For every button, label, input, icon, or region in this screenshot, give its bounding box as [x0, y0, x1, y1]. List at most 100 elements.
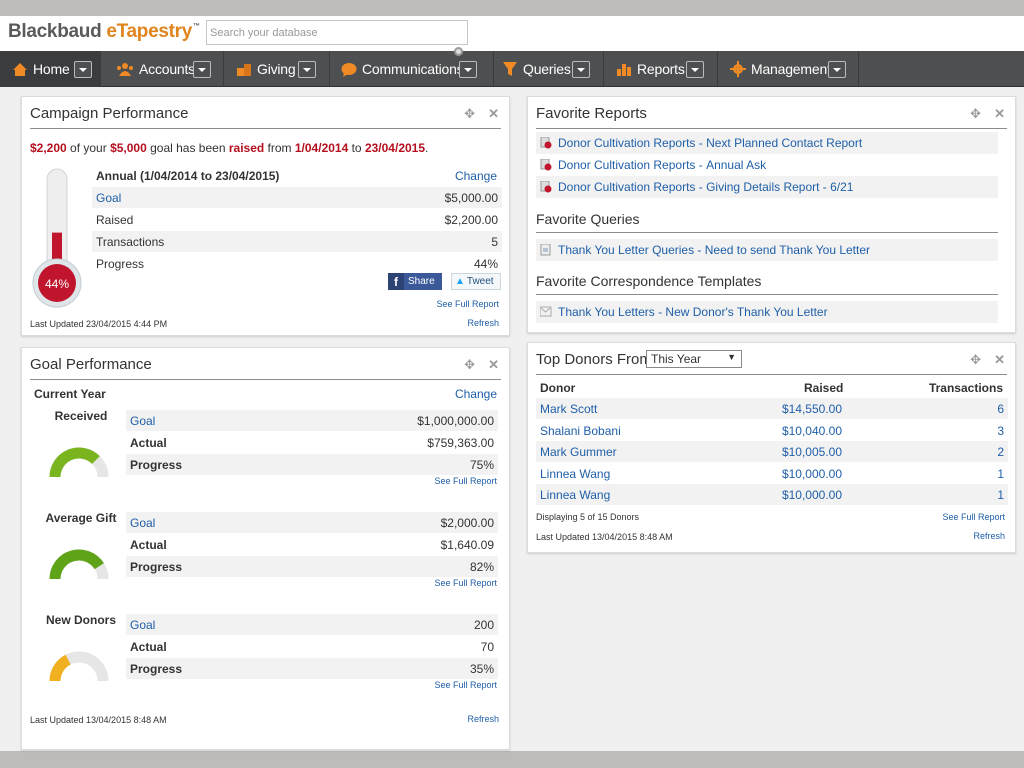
stat-row: Goal $5,000.00: [92, 187, 502, 208]
stat-value: 44%: [473, 256, 498, 271]
see-full-report-link[interactable]: See Full Report: [434, 476, 497, 486]
nav-management-dropdown[interactable]: [828, 61, 846, 78]
see-full-report-link[interactable]: See Full Report: [436, 299, 499, 309]
donor-name-link[interactable]: Linnea Wang: [540, 488, 610, 502]
nav-home-dropdown[interactable]: [74, 61, 92, 78]
coins-icon: [237, 64, 251, 76]
twitter-tweet-button[interactable]: ▲ Tweet: [451, 273, 501, 290]
progress-gauge: [48, 545, 110, 581]
favorite-item[interactable]: Donor Cultivation Reports - Giving Detai…: [536, 176, 998, 198]
goal-section-name: Received: [54, 409, 108, 423]
donor-raised[interactable]: $10,000.00: [782, 488, 842, 502]
stat-label[interactable]: Goal: [96, 191, 121, 205]
refresh-link[interactable]: Refresh: [973, 531, 1005, 541]
donor-transactions[interactable]: 2: [997, 445, 1004, 459]
refresh-link[interactable]: Refresh: [467, 318, 499, 328]
donor-transactions[interactable]: 1: [997, 488, 1004, 502]
campaign-performance-panel: Campaign Performance ✥ ✕ $2,200 of your …: [21, 96, 510, 336]
favorite-name-link[interactable]: Need to send Thank You Letter: [705, 243, 870, 257]
donor-raised[interactable]: $10,000.00: [782, 467, 842, 481]
nav-communications-label: Communications: [362, 61, 464, 77]
favorite-item[interactable]: Thank You Letter Queries - Need to send …: [536, 239, 998, 261]
separator: -: [694, 243, 705, 257]
nav-communications-dropdown[interactable]: [459, 61, 477, 78]
favorite-name-link[interactable]: Next Planned Contact Report: [706, 136, 862, 150]
favorite-name-link[interactable]: Annual Ask: [706, 158, 766, 172]
progress-gauge: [48, 647, 110, 683]
donor-raised[interactable]: $10,040.00: [782, 424, 842, 438]
logo-product: eTapestry: [106, 21, 193, 42]
goal-row-label[interactable]: Goal: [130, 618, 155, 632]
campaign-summary: $2,200 of your $5,000 goal has been rais…: [30, 141, 428, 155]
goal-row-label: Actual: [130, 435, 167, 450]
change-link[interactable]: Change: [455, 169, 497, 183]
people-icon: [117, 62, 133, 76]
house-icon: [13, 62, 27, 76]
goal-row-value: $1,000,000.00: [417, 413, 494, 428]
stat-row: Progress 44%: [92, 253, 502, 274]
goal-row: Goal 200: [126, 614, 498, 635]
see-full-report-link[interactable]: See Full Report: [434, 578, 497, 588]
stat-label: Progress: [96, 256, 145, 271]
donor-transactions[interactable]: 3: [997, 424, 1004, 438]
favorite-item[interactable]: Donor Cultivation Reports - Next Planned…: [536, 132, 998, 154]
donor-name-link[interactable]: Shalani Bobani: [540, 424, 621, 438]
period-select[interactable]: This Year ▼: [646, 350, 742, 368]
donor-raised[interactable]: $10,005.00: [782, 445, 842, 459]
favorite-category-link[interactable]: Donor Cultivation Reports: [558, 180, 695, 194]
move-icon[interactable]: ✥: [970, 352, 981, 368]
tweet-label: Tweet: [466, 276, 494, 287]
nav-reports-dropdown[interactable]: [686, 61, 704, 78]
close-icon[interactable]: ✕: [488, 106, 499, 122]
report-icon: [540, 159, 552, 171]
logo[interactable]: Blackbaud eTapestry™: [8, 21, 200, 43]
nav-accounts-dropdown[interactable]: [193, 61, 211, 78]
nav-reports-label: Reports: [637, 61, 685, 77]
change-link[interactable]: Change: [455, 387, 497, 401]
favorite-item[interactable]: Thank You Letters - New Donor's Thank Yo…: [536, 301, 998, 323]
see-full-report-link[interactable]: See Full Report: [434, 680, 497, 690]
favorite-category-link[interactable]: Donor Cultivation Reports: [558, 158, 695, 172]
goal-row-label[interactable]: Goal: [130, 516, 155, 530]
goal-section-name: Average Gift: [45, 511, 117, 525]
see-full-report-link[interactable]: See Full Report: [942, 512, 1005, 522]
favorite-category-link[interactable]: Thank You Letter Queries: [558, 243, 694, 257]
close-icon[interactable]: ✕: [994, 352, 1005, 368]
favorite-name-link[interactable]: New Donor's Thank You Letter: [665, 305, 827, 319]
nav-giving-dropdown[interactable]: [298, 61, 316, 78]
goal-section-name: New Donors: [45, 613, 116, 627]
stat-row: Transactions 5: [92, 231, 502, 252]
move-icon[interactable]: ✥: [464, 357, 475, 373]
goal-amount: $5,000: [110, 141, 147, 155]
facebook-share-button[interactable]: f Share: [388, 273, 442, 290]
raised-word: raised: [228, 141, 265, 155]
goal-row-label[interactable]: Goal: [130, 414, 155, 428]
donor-transactions[interactable]: 6: [997, 402, 1004, 416]
favorite-name-link[interactable]: Giving Details Report - 6/21: [706, 180, 853, 194]
annual-heading: Annual (1/04/2014 to 23/04/2015): [96, 169, 280, 183]
search-input[interactable]: [206, 20, 468, 45]
progress-gauge: [48, 443, 110, 479]
donor-name-link[interactable]: Mark Gummer: [540, 445, 617, 459]
donor-transactions[interactable]: 1: [997, 467, 1004, 481]
close-icon[interactable]: ✕: [488, 357, 499, 373]
main-nav: Home Accounts Giving Communications Quer…: [0, 51, 1024, 87]
donor-name-link[interactable]: Mark Scott: [540, 402, 597, 416]
favorite-item[interactable]: Donor Cultivation Reports - Annual Ask: [536, 154, 998, 176]
favorite-category-link[interactable]: Thank You Letters: [558, 305, 655, 319]
donor-name-link[interactable]: Linnea Wang: [540, 467, 610, 481]
stat-value: $2,200.00: [444, 212, 498, 227]
close-icon[interactable]: ✕: [994, 106, 1005, 122]
notification-dot: [454, 47, 463, 56]
move-icon[interactable]: ✥: [970, 106, 981, 122]
refresh-link[interactable]: Refresh: [467, 714, 499, 724]
favorites-panel: Favorite Reports ✥ ✕ Donor Cultivation R…: [527, 96, 1016, 333]
panel-title: Favorite Reports: [536, 105, 1007, 129]
goal-row-label: Actual: [130, 537, 167, 552]
stat-row: Raised $2,200.00: [92, 209, 502, 230]
move-icon[interactable]: ✥: [464, 106, 475, 122]
table-row: Linnea Wang $10,000.00 1: [536, 463, 1008, 484]
donor-raised[interactable]: $14,550.00: [782, 402, 842, 416]
favorite-category-link[interactable]: Donor Cultivation Reports: [558, 136, 695, 150]
nav-queries-dropdown[interactable]: [572, 61, 590, 78]
